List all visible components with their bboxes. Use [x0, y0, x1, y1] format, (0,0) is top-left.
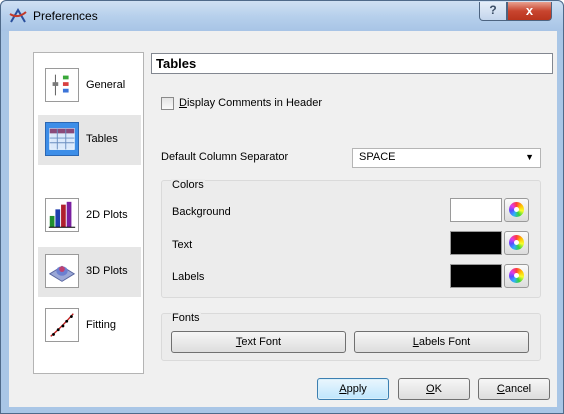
sidebar-item-tables[interactable]: Tables	[38, 115, 141, 165]
page-title: Tables	[151, 53, 553, 74]
bar-chart-icon	[45, 198, 79, 232]
close-icon: x	[525, 3, 534, 18]
text-font-button[interactable]: Text Font	[171, 331, 346, 353]
background-color-label: Background	[172, 206, 231, 218]
app-logo-icon	[9, 8, 27, 23]
labels-font-button[interactable]: Labels Font	[354, 331, 529, 353]
labels-color-swatch[interactable]	[450, 264, 502, 288]
preferences-window: Preferences ? x General Tables 2D Plots …	[0, 0, 564, 414]
sidebar-item-2d-plots[interactable]: 2D Plots	[38, 191, 141, 241]
fonts-group-title: Fonts	[171, 312, 201, 324]
background-color-picker-button[interactable]	[504, 198, 529, 222]
window-title: Preferences	[33, 9, 98, 23]
display-comments-label: Display Comments in Header	[179, 97, 323, 109]
display-comments-checkbox[interactable]	[161, 97, 174, 110]
sidebar-item-label: Tables	[86, 133, 118, 145]
text-color-picker-button[interactable]	[504, 231, 529, 255]
surface-plot-icon	[45, 254, 79, 288]
text-color-label: Text	[172, 239, 193, 251]
color-palette-icon	[509, 202, 524, 217]
chevron-down-icon: ▼	[525, 152, 534, 162]
column-separator-select[interactable]: SPACE ▼	[352, 148, 541, 168]
category-sidebar: General Tables 2D Plots 3D Plots Fitting	[33, 52, 144, 374]
sidebar-item-label: 3D Plots	[86, 265, 128, 277]
table-icon	[45, 122, 79, 156]
fonts-group: Fonts Text Font Labels Font	[161, 312, 541, 361]
cancel-button[interactable]: Cancel	[478, 378, 550, 400]
fit-curve-icon	[45, 308, 79, 342]
text-color-swatch[interactable]	[450, 231, 502, 255]
colors-group: Colors Background Text Labels	[161, 179, 541, 298]
help-icon: ?	[489, 3, 497, 17]
close-button[interactable]: x	[507, 2, 552, 21]
color-palette-icon	[509, 268, 524, 283]
column-separator-value: SPACE	[359, 151, 396, 163]
sidebar-item-general[interactable]: General	[38, 61, 141, 111]
color-palette-icon	[509, 235, 524, 250]
sidebar-item-label: General	[86, 79, 126, 91]
dialog-client-area: General Tables 2D Plots 3D Plots Fitting…	[9, 31, 557, 407]
background-color-swatch[interactable]	[450, 198, 502, 222]
apply-button[interactable]: Apply	[317, 378, 389, 400]
column-separator-label: Default Column Separator	[161, 151, 289, 163]
general-settings-icon	[45, 68, 79, 102]
labels-color-label: Labels	[172, 271, 205, 283]
help-button[interactable]: ?	[479, 2, 507, 21]
sidebar-item-fitting[interactable]: Fitting	[38, 301, 141, 351]
sidebar-item-3d-plots[interactable]: 3D Plots	[38, 247, 141, 297]
sidebar-item-label: 2D Plots	[86, 209, 128, 221]
title-bar[interactable]: Preferences ? x	[1, 1, 563, 31]
labels-color-picker-button[interactable]	[504, 264, 529, 288]
colors-group-title: Colors	[171, 179, 205, 191]
sidebar-item-label: Fitting	[86, 319, 116, 331]
ok-button[interactable]: OK	[398, 378, 470, 400]
